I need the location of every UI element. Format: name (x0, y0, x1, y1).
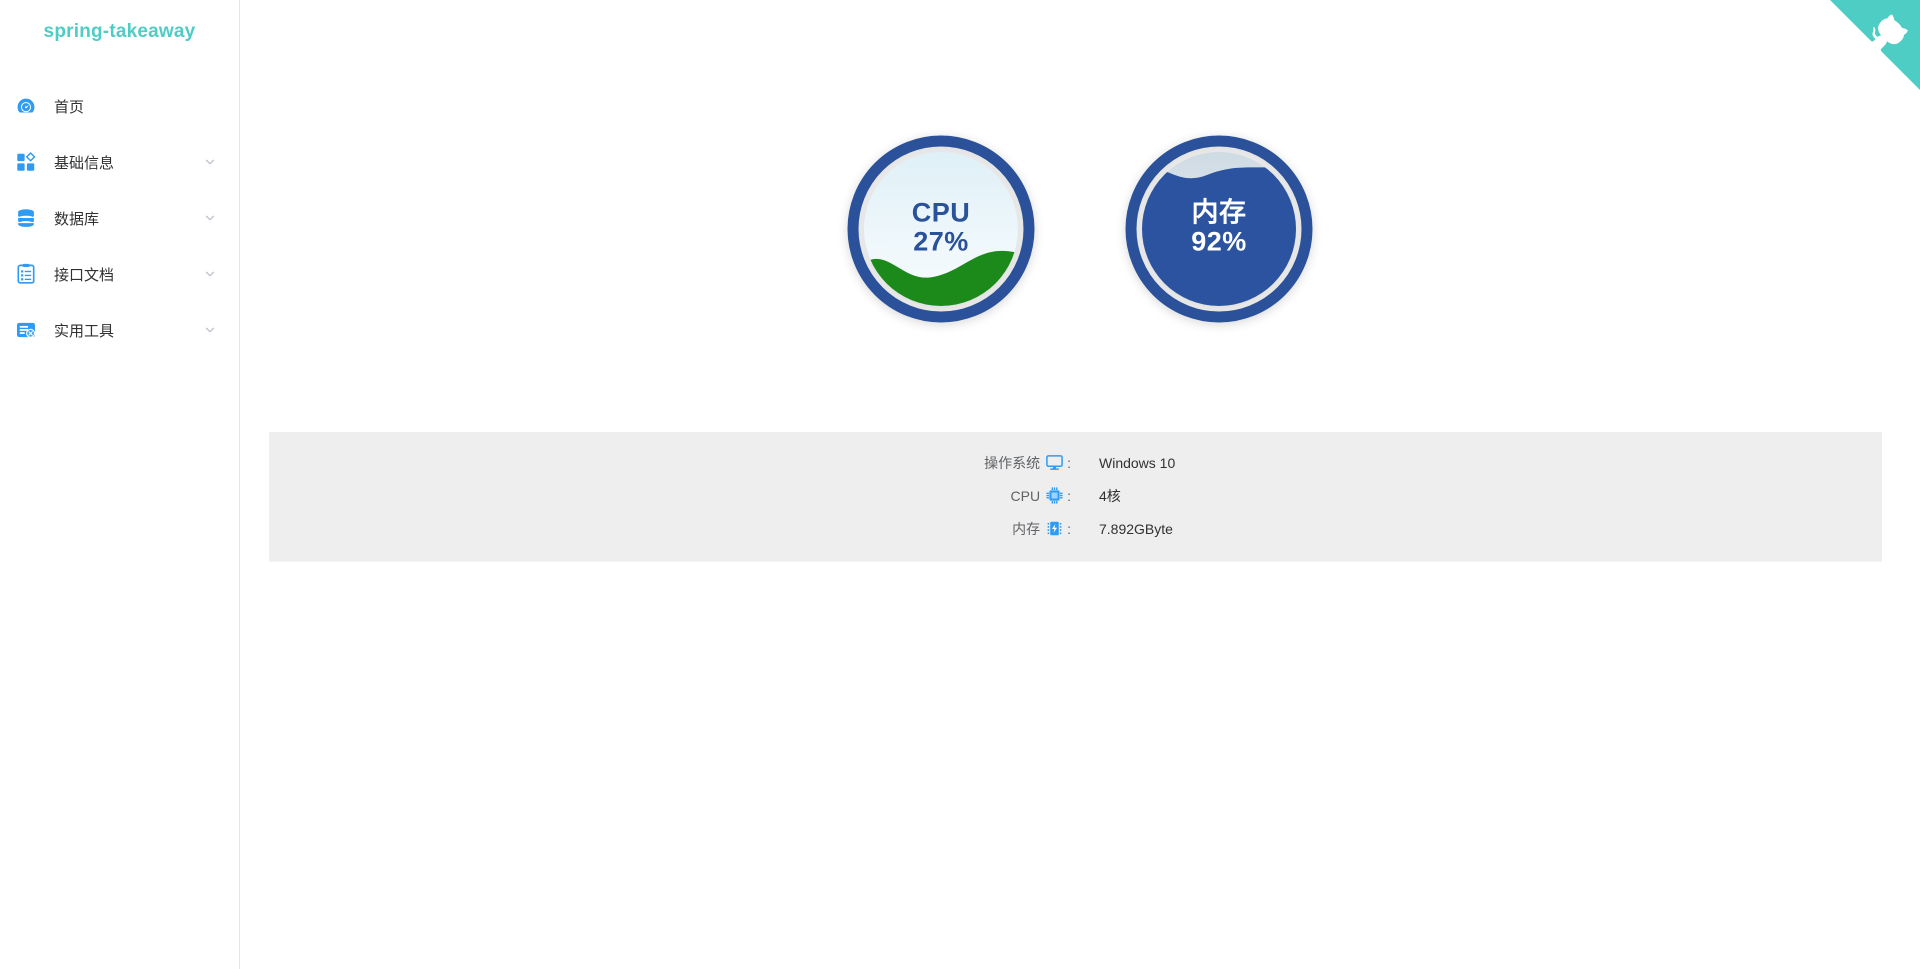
info-label-text: 内存 (1012, 520, 1041, 537)
info-colon: : (1067, 487, 1071, 504)
app-logo[interactable]: spring-takeaway (0, 0, 239, 58)
dashboard-icon (15, 95, 37, 117)
info-value-memory: 7.892GByte (1099, 520, 1173, 537)
chevron-down-icon[interactable] (203, 267, 217, 281)
sidebar-item-label: 数据库 (54, 210, 100, 228)
sidebar-item-api-docs[interactable]: 接口文档 (0, 246, 239, 302)
sidebar-item-tools[interactable]: 实用工具 (0, 302, 239, 358)
info-label-text: 操作系统 (984, 454, 1041, 471)
info-value-cpu: 4核 (1099, 487, 1121, 504)
info-colon: : (1067, 520, 1071, 537)
info-row-cpu: CPU: 4核 (269, 479, 1882, 512)
chip-icon (1045, 486, 1064, 505)
chevron-down-icon[interactable] (203, 155, 217, 169)
clipboard-icon (15, 263, 37, 285)
info-label-text: CPU (1010, 487, 1041, 504)
database-icon (15, 207, 37, 229)
cpu-gauge: CPU 27% (843, 131, 1039, 327)
info-value-os: Windows 10 (1099, 454, 1176, 471)
blocks-icon (15, 151, 37, 173)
sidebar-item-home[interactable]: 首页 (0, 78, 239, 134)
chevron-down-icon[interactable] (203, 211, 217, 225)
sidebar-item-label: 基础信息 (54, 154, 115, 172)
toolbox-icon (15, 319, 37, 341)
sidebar: spring-takeaway 首页 基础信息 数据库 接口文档 实用工具 (0, 0, 240, 969)
sidebar-item-label: 首页 (54, 98, 85, 116)
chevron-down-icon[interactable] (203, 323, 217, 337)
info-colon: : (1067, 454, 1071, 471)
main-content: CPU 27% 内存 92% 操作系统: Windows 10 CPU: 4… (240, 0, 1920, 969)
system-info-panel: 操作系统 : Windows 10 CPU: 4核 内存: 7.892GBy… (269, 432, 1882, 561)
battery-icon (1045, 519, 1064, 538)
info-row-os: 操作系统 : Windows 10 (269, 446, 1882, 479)
app-root: spring-takeaway 首页 基础信息 数据库 接口文档 实用工具 CP… (0, 0, 1920, 969)
sidebar-menu: 首页 基础信息 数据库 接口文档 实用工具 (0, 58, 239, 358)
sidebar-item-label: 实用工具 (54, 322, 115, 340)
github-corner-link[interactable] (1830, 0, 1920, 90)
sidebar-item-label: 接口文档 (54, 266, 115, 284)
memory-gauge: 内存 92% (1121, 131, 1317, 327)
gauge-row: CPU 27% 内存 92% (240, 131, 1920, 327)
info-label-cpu: CPU: (269, 486, 1071, 505)
info-label-os: 操作系统 : (269, 453, 1071, 473)
monitor-icon (1045, 453, 1064, 472)
info-row-memory: 内存: 7.892GByte (269, 512, 1882, 545)
sidebar-item-basic-info[interactable]: 基础信息 (0, 134, 239, 190)
sidebar-item-database[interactable]: 数据库 (0, 190, 239, 246)
info-label-memory: 内存: (269, 519, 1071, 539)
